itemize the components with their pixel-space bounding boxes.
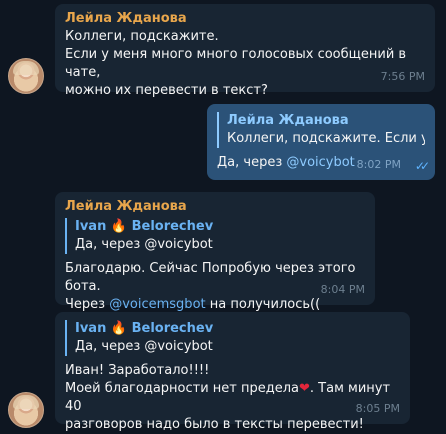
message-bubble-incoming[interactable]: Лейла Жданова Коллеги, подскажите. Если … [55,4,435,98]
reply-quote[interactable]: Ivan 🔥 Belorechev Да, через @voicybot [65,218,365,254]
reply-name-first: Ivan [75,321,107,336]
reply-name-first: Ivan [75,219,107,234]
reply-text: Да, через @voicybot [75,237,213,252]
message-text-line: Моей благодарности нет предела❤. Там мин… [65,380,400,416]
sender-name[interactable]: Лейла Жданова [65,10,425,28]
message-text-line: можно их перевести в текст? [65,83,268,98]
reply-sender-name: Ivan 🔥 Belorechev [75,218,365,236]
message-text-prefix: Моей благодарности нет предела [65,381,299,396]
reply-sender-name: Ivan 🔥 Belorechev [75,320,400,338]
avatar[interactable] [8,58,44,94]
reply-name-last: Belorechev [131,219,214,234]
message-bubble-incoming[interactable]: Ivan 🔥 Belorechev Да, через @voicybot Ив… [55,312,410,432]
avatar[interactable] [8,392,44,428]
message-time: 8:04 PM [320,283,365,296]
message-time: 7:56 PM [380,70,425,83]
message-text-prefix: Через [65,297,110,312]
message-bubble-incoming[interactable]: Лейла Жданова Ivan 🔥 Belorechev Да, чере… [55,192,375,312]
reply-text: Коллеги, подскажите. Если у ... [227,131,425,146]
heart-icon: ❤ [299,381,310,396]
bot-link[interactable]: @voicemsgbot [109,297,205,312]
reply-name-last: Belorechev [131,321,214,336]
message-text-line: Если у меня много много голосовых сообще… [65,47,407,80]
message-bubble-outgoing[interactable]: Лейла Жданова Коллеги, подскажите. Если … [207,104,435,180]
message-text-line: Иван! Заработало!!!! [65,363,210,378]
message-text-line: Коллеги, подскажите. [65,29,219,44]
message-time: 8:02 PM [356,158,401,171]
reply-sender-name: Лейла Жданова [227,113,349,128]
reply-quote[interactable]: Ivan 🔥 Belorechev Да, через @voicybot [65,320,400,356]
sender-name[interactable]: Лейла Жданова [65,198,365,216]
bot-link[interactable]: @voicybot [286,155,354,170]
message-text-line: разговоров надо было в тексты перевести! [65,417,364,432]
message-time: 8:05 PM [355,402,400,415]
message-text-suffix: на получилось(( [205,297,321,312]
fire-icon: 🔥 [110,321,128,336]
reply-text: Да, через @voicybot [75,339,213,354]
fire-icon: 🔥 [110,219,128,234]
reply-quote[interactable]: Лейла Жданова Коллеги, подскажите. Если … [217,112,425,148]
message-text-prefix: Да, через [217,155,287,170]
double-check-icon: ✓✓ [414,159,430,173]
